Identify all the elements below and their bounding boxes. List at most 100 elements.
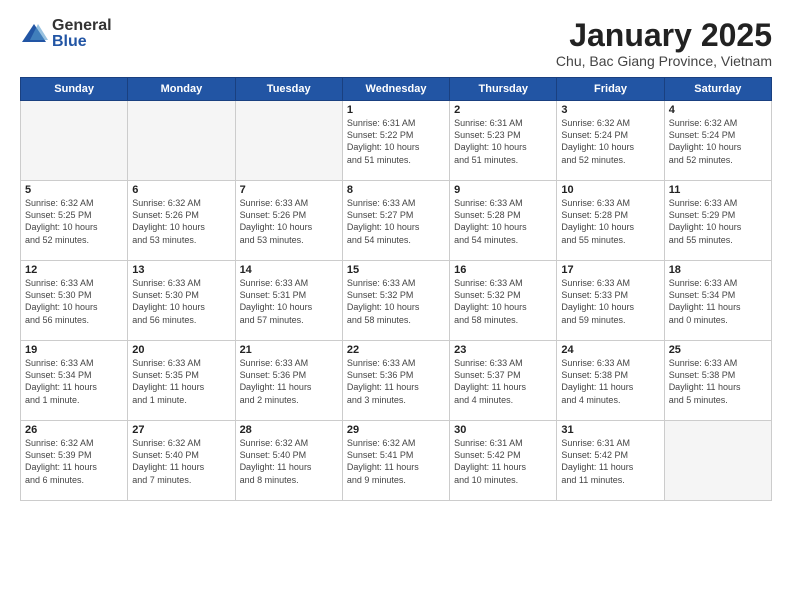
day-info: Sunrise: 6:32 AM Sunset: 5:24 PM Dayligh… — [561, 117, 659, 166]
table-row: 26Sunrise: 6:32 AM Sunset: 5:39 PM Dayli… — [21, 421, 128, 501]
table-row — [21, 101, 128, 181]
table-row — [128, 101, 235, 181]
day-number: 11 — [669, 184, 767, 196]
table-row: 3Sunrise: 6:32 AM Sunset: 5:24 PM Daylig… — [557, 101, 664, 181]
day-info: Sunrise: 6:31 AM Sunset: 5:42 PM Dayligh… — [561, 437, 659, 486]
day-info: Sunrise: 6:32 AM Sunset: 5:24 PM Dayligh… — [669, 117, 767, 166]
day-info: Sunrise: 6:33 AM Sunset: 5:30 PM Dayligh… — [25, 277, 123, 326]
day-info: Sunrise: 6:33 AM Sunset: 5:38 PM Dayligh… — [561, 357, 659, 406]
logo-text: General Blue — [52, 18, 112, 50]
day-info: Sunrise: 6:32 AM Sunset: 5:40 PM Dayligh… — [240, 437, 338, 486]
day-info: Sunrise: 6:32 AM Sunset: 5:41 PM Dayligh… — [347, 437, 445, 486]
day-number: 3 — [561, 104, 659, 116]
day-info: Sunrise: 6:33 AM Sunset: 5:36 PM Dayligh… — [240, 357, 338, 406]
table-row: 30Sunrise: 6:31 AM Sunset: 5:42 PM Dayli… — [450, 421, 557, 501]
header-tuesday: Tuesday — [235, 78, 342, 101]
weekday-header-row: Sunday Monday Tuesday Wednesday Thursday… — [21, 78, 772, 101]
day-number: 2 — [454, 104, 552, 116]
day-number: 4 — [669, 104, 767, 116]
day-number: 12 — [25, 264, 123, 276]
day-number: 5 — [25, 184, 123, 196]
table-row: 16Sunrise: 6:33 AM Sunset: 5:32 PM Dayli… — [450, 261, 557, 341]
day-info: Sunrise: 6:33 AM Sunset: 5:30 PM Dayligh… — [132, 277, 230, 326]
calendar-table: Sunday Monday Tuesday Wednesday Thursday… — [20, 77, 772, 501]
day-info: Sunrise: 6:33 AM Sunset: 5:37 PM Dayligh… — [454, 357, 552, 406]
calendar-week-row: 19Sunrise: 6:33 AM Sunset: 5:34 PM Dayli… — [21, 341, 772, 421]
table-row: 15Sunrise: 6:33 AM Sunset: 5:32 PM Dayli… — [342, 261, 449, 341]
day-info: Sunrise: 6:31 AM Sunset: 5:42 PM Dayligh… — [454, 437, 552, 486]
table-row: 2Sunrise: 6:31 AM Sunset: 5:23 PM Daylig… — [450, 101, 557, 181]
table-row: 13Sunrise: 6:33 AM Sunset: 5:30 PM Dayli… — [128, 261, 235, 341]
header-wednesday: Wednesday — [342, 78, 449, 101]
table-row: 8Sunrise: 6:33 AM Sunset: 5:27 PM Daylig… — [342, 181, 449, 261]
day-number: 27 — [132, 424, 230, 436]
table-row: 1Sunrise: 6:31 AM Sunset: 5:22 PM Daylig… — [342, 101, 449, 181]
title-block: January 2025 Chu, Bac Giang Province, Vi… — [556, 18, 772, 69]
day-number: 16 — [454, 264, 552, 276]
table-row: 31Sunrise: 6:31 AM Sunset: 5:42 PM Dayli… — [557, 421, 664, 501]
day-number: 25 — [669, 344, 767, 356]
day-info: Sunrise: 6:31 AM Sunset: 5:22 PM Dayligh… — [347, 117, 445, 166]
logo-general: General — [52, 18, 112, 34]
table-row: 24Sunrise: 6:33 AM Sunset: 5:38 PM Dayli… — [557, 341, 664, 421]
table-row: 9Sunrise: 6:33 AM Sunset: 5:28 PM Daylig… — [450, 181, 557, 261]
header-thursday: Thursday — [450, 78, 557, 101]
day-number: 22 — [347, 344, 445, 356]
calendar-week-row: 26Sunrise: 6:32 AM Sunset: 5:39 PM Dayli… — [21, 421, 772, 501]
day-info: Sunrise: 6:33 AM Sunset: 5:32 PM Dayligh… — [347, 277, 445, 326]
calendar-week-row: 5Sunrise: 6:32 AM Sunset: 5:25 PM Daylig… — [21, 181, 772, 261]
table-row: 10Sunrise: 6:33 AM Sunset: 5:28 PM Dayli… — [557, 181, 664, 261]
day-number: 14 — [240, 264, 338, 276]
table-row: 18Sunrise: 6:33 AM Sunset: 5:34 PM Dayli… — [664, 261, 771, 341]
day-info: Sunrise: 6:33 AM Sunset: 5:31 PM Dayligh… — [240, 277, 338, 326]
day-number: 1 — [347, 104, 445, 116]
day-number: 17 — [561, 264, 659, 276]
day-number: 10 — [561, 184, 659, 196]
table-row — [664, 421, 771, 501]
day-number: 6 — [132, 184, 230, 196]
calendar-week-row: 1Sunrise: 6:31 AM Sunset: 5:22 PM Daylig… — [21, 101, 772, 181]
day-info: Sunrise: 6:32 AM Sunset: 5:26 PM Dayligh… — [132, 197, 230, 246]
day-number: 24 — [561, 344, 659, 356]
header-friday: Friday — [557, 78, 664, 101]
day-number: 29 — [347, 424, 445, 436]
table-row: 7Sunrise: 6:33 AM Sunset: 5:26 PM Daylig… — [235, 181, 342, 261]
table-row: 27Sunrise: 6:32 AM Sunset: 5:40 PM Dayli… — [128, 421, 235, 501]
header: General Blue January 2025 Chu, Bac Giang… — [20, 18, 772, 69]
day-number: 26 — [25, 424, 123, 436]
table-row: 22Sunrise: 6:33 AM Sunset: 5:36 PM Dayli… — [342, 341, 449, 421]
table-row: 4Sunrise: 6:32 AM Sunset: 5:24 PM Daylig… — [664, 101, 771, 181]
day-info: Sunrise: 6:33 AM Sunset: 5:28 PM Dayligh… — [454, 197, 552, 246]
day-number: 8 — [347, 184, 445, 196]
day-info: Sunrise: 6:33 AM Sunset: 5:29 PM Dayligh… — [669, 197, 767, 246]
calendar-title: January 2025 — [556, 18, 772, 53]
day-number: 21 — [240, 344, 338, 356]
day-info: Sunrise: 6:33 AM Sunset: 5:27 PM Dayligh… — [347, 197, 445, 246]
day-info: Sunrise: 6:32 AM Sunset: 5:25 PM Dayligh… — [25, 197, 123, 246]
day-info: Sunrise: 6:33 AM Sunset: 5:26 PM Dayligh… — [240, 197, 338, 246]
page: General Blue January 2025 Chu, Bac Giang… — [0, 0, 792, 612]
day-number: 18 — [669, 264, 767, 276]
day-number: 7 — [240, 184, 338, 196]
table-row: 29Sunrise: 6:32 AM Sunset: 5:41 PM Dayli… — [342, 421, 449, 501]
day-info: Sunrise: 6:33 AM Sunset: 5:33 PM Dayligh… — [561, 277, 659, 326]
logo-icon — [20, 20, 48, 48]
table-row: 14Sunrise: 6:33 AM Sunset: 5:31 PM Dayli… — [235, 261, 342, 341]
calendar-week-row: 12Sunrise: 6:33 AM Sunset: 5:30 PM Dayli… — [21, 261, 772, 341]
logo-blue: Blue — [52, 34, 112, 50]
header-sunday: Sunday — [21, 78, 128, 101]
day-number: 31 — [561, 424, 659, 436]
day-info: Sunrise: 6:33 AM Sunset: 5:38 PM Dayligh… — [669, 357, 767, 406]
table-row: 11Sunrise: 6:33 AM Sunset: 5:29 PM Dayli… — [664, 181, 771, 261]
day-number: 15 — [347, 264, 445, 276]
table-row: 25Sunrise: 6:33 AM Sunset: 5:38 PM Dayli… — [664, 341, 771, 421]
logo: General Blue — [20, 18, 112, 50]
header-monday: Monday — [128, 78, 235, 101]
day-number: 28 — [240, 424, 338, 436]
table-row: 28Sunrise: 6:32 AM Sunset: 5:40 PM Dayli… — [235, 421, 342, 501]
table-row: 12Sunrise: 6:33 AM Sunset: 5:30 PM Dayli… — [21, 261, 128, 341]
day-number: 19 — [25, 344, 123, 356]
day-info: Sunrise: 6:33 AM Sunset: 5:36 PM Dayligh… — [347, 357, 445, 406]
day-info: Sunrise: 6:32 AM Sunset: 5:39 PM Dayligh… — [25, 437, 123, 486]
header-saturday: Saturday — [664, 78, 771, 101]
